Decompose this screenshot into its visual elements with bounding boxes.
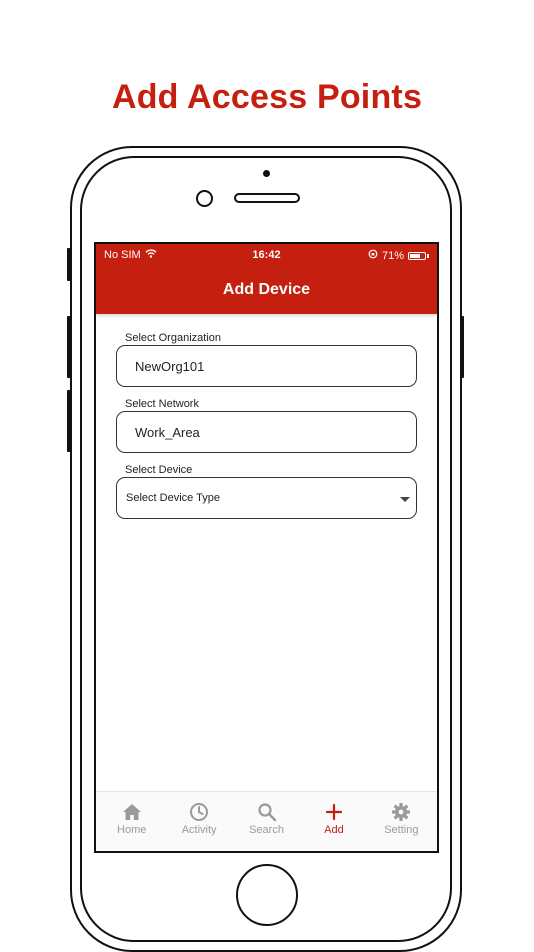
status-right: 71% [368, 249, 429, 262]
power-button [460, 316, 464, 378]
clock-icon [165, 802, 232, 822]
tab-label: Add [324, 824, 344, 836]
front-camera [196, 190, 213, 207]
plus-icon [300, 802, 367, 822]
search-icon [233, 802, 300, 822]
network-label: Select Network [125, 398, 199, 410]
network-value: Work_Area [135, 425, 200, 440]
phone-screen: No SIM 16:42 71% Add Device Select Organ… [94, 242, 439, 853]
organization-value: NewOrg101 [135, 359, 205, 374]
tab-add[interactable]: Add [300, 792, 367, 836]
orientation-lock-icon [368, 249, 378, 262]
tab-label: Search [249, 824, 284, 836]
battery-fill [410, 253, 420, 258]
organization-label: Select Organization [125, 332, 221, 344]
front-sensor [263, 170, 270, 177]
chevron-down-icon [400, 497, 410, 502]
organization-field[interactable]: NewOrg101 [116, 345, 417, 387]
volume-down-button [67, 390, 71, 452]
tab-label: Home [117, 824, 147, 836]
tab-search[interactable]: Search [233, 792, 300, 836]
earpiece-speaker [234, 193, 300, 203]
tab-setting[interactable]: Setting [368, 792, 435, 836]
page-title: Add Device [96, 266, 437, 314]
volume-up-button [67, 316, 71, 378]
promo-title: Add Access Points [111, 78, 423, 116]
tab-activity[interactable]: Activity [165, 792, 232, 836]
tab-bar: Home Activity Search Add Setting [96, 791, 437, 851]
device-type-select[interactable]: Select Device Type [116, 477, 417, 519]
device-label: Select Device [125, 464, 193, 476]
home-button [236, 864, 298, 926]
tab-home[interactable]: Home [98, 792, 165, 836]
home-icon [98, 802, 165, 822]
status-bar: No SIM 16:42 71% [96, 244, 437, 266]
tab-label: Setting [384, 824, 419, 836]
network-field[interactable]: Work_Area [116, 411, 417, 453]
mute-switch [67, 248, 71, 281]
gear-icon [368, 802, 435, 822]
battery-tip [427, 253, 429, 258]
battery-icon [408, 251, 426, 260]
battery-percent: 71% [381, 249, 404, 262]
tab-label: Activity [181, 824, 217, 836]
device-type-value: Select Device Type [126, 492, 220, 504]
